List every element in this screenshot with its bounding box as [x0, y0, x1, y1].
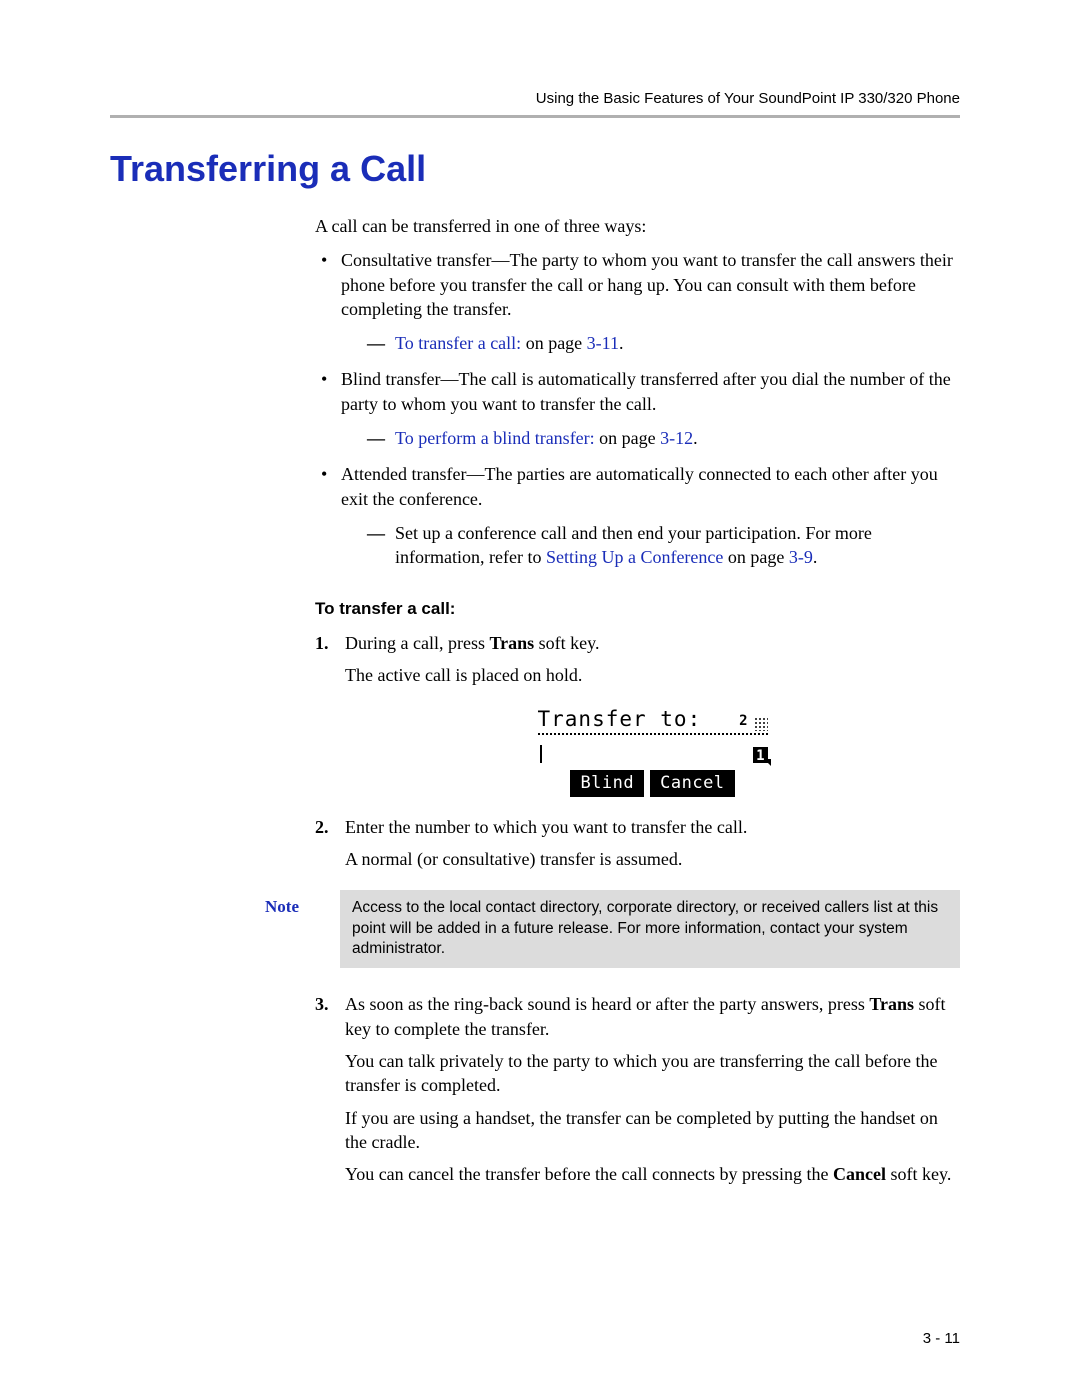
- step-text: Enter the number to which you want to tr…: [345, 817, 747, 837]
- procedure-heading: To transfer a call:: [315, 598, 960, 621]
- xref-page[interactable]: 3-9: [789, 547, 813, 567]
- phone-lcd-illustration: Transfer to: 2 1 Blind Cancel: [538, 705, 768, 797]
- xref-period: .: [619, 333, 624, 353]
- step-3: As soon as the ring-back sound is heard …: [315, 992, 960, 1186]
- xref-link[interactable]: To perform a blind transfer:: [395, 428, 595, 448]
- step-text: As soon as the ring-back sound is heard …: [345, 994, 869, 1014]
- xref-page[interactable]: 3-12: [660, 428, 693, 448]
- xref-page[interactable]: 3-11: [587, 333, 619, 353]
- bullet-text: Attended transfer—The parties are automa…: [341, 464, 938, 508]
- step-subtext: A normal (or consultative) transfer is a…: [345, 847, 960, 871]
- lcd-cursor-icon: [540, 745, 542, 763]
- note-label: Note: [265, 890, 340, 919]
- step-subtext: The active call is placed on hold.: [345, 663, 960, 687]
- bullet-text: Consultative transfer—The party to whom …: [341, 250, 953, 319]
- step-text-after: soft key.: [886, 1164, 951, 1184]
- xref-after: on page: [723, 547, 788, 567]
- lcd-softkey-blind: Blind: [570, 770, 644, 797]
- sub-bullet: To transfer a call: on page 3-11.: [367, 331, 960, 355]
- xref-after: on page: [521, 333, 586, 353]
- xref-after: on page: [595, 428, 660, 448]
- note-box: Access to the local contact directory, c…: [340, 890, 960, 969]
- bullet-blind: Blind transfer—The call is automatically…: [315, 367, 960, 450]
- lcd-dots-icon: [754, 717, 768, 731]
- step-para: You can talk privately to the party to w…: [345, 1049, 960, 1098]
- bullet-consultative: Consultative transfer—The party to whom …: [315, 248, 960, 355]
- page-number: 3 - 11: [923, 1330, 960, 1347]
- running-head: Using the Basic Features of Your SoundPo…: [110, 90, 960, 107]
- xref-link[interactable]: Setting Up a Conference: [546, 547, 723, 567]
- sub-bullet: Set up a conference call and then end yo…: [367, 521, 960, 570]
- bullet-text: Blind transfer—The call is automatically…: [341, 369, 951, 413]
- step-text-after: soft key.: [534, 633, 599, 653]
- softkey-name: Trans: [489, 633, 534, 653]
- step-text: You can cancel the transfer before the c…: [345, 1164, 833, 1184]
- intro-paragraph: A call can be transferred in one of thre…: [315, 214, 960, 238]
- xref-period: .: [813, 547, 818, 567]
- step-para: You can cancel the transfer before the c…: [345, 1162, 960, 1186]
- softkey-name: Cancel: [833, 1164, 886, 1184]
- step-para: If you are using a handset, the transfer…: [345, 1106, 960, 1155]
- step-1: During a call, press Trans soft key. The…: [315, 631, 960, 798]
- header-rule: [110, 115, 960, 118]
- xref-link[interactable]: To transfer a call:: [395, 333, 521, 353]
- lcd-title: Transfer to:: [538, 705, 702, 733]
- lcd-line-badge: 1: [753, 747, 767, 763]
- step-text: During a call, press: [345, 633, 489, 653]
- softkey-name: Trans: [869, 994, 914, 1014]
- lcd-indicator-number: 2: [739, 712, 747, 733]
- lcd-softkey-cancel: Cancel: [650, 770, 734, 797]
- xref-period: .: [693, 428, 698, 448]
- bullet-attended: Attended transfer—The parties are automa…: [315, 462, 960, 569]
- sub-bullet: To perform a blind transfer: on page 3-1…: [367, 426, 960, 450]
- step-2: Enter the number to which you want to tr…: [315, 815, 960, 968]
- section-title: Transferring a Call: [110, 148, 960, 190]
